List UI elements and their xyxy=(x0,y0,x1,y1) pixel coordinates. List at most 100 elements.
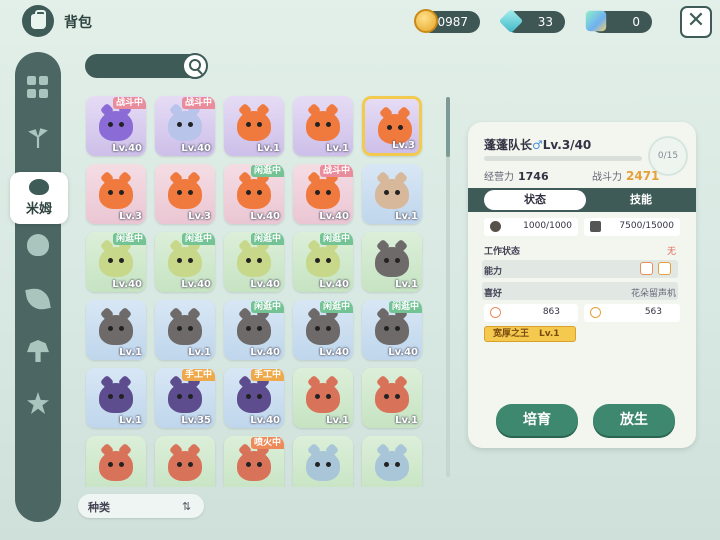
craft-ability-icon[interactable] xyxy=(658,262,671,275)
pet-card[interactable]: 闲逛中 Lv.40 xyxy=(224,300,284,360)
pet-status-tag: 闲逛中 xyxy=(319,301,353,313)
trait-badge[interactable]: 宽厚之王 Lv.1 xyxy=(484,326,576,342)
pet-portrait xyxy=(375,374,409,413)
pet-card[interactable] xyxy=(86,436,146,487)
stamina-icon xyxy=(490,221,501,232)
sidebar-item-mim-active[interactable]: 米姆 xyxy=(10,172,68,224)
pet-level-label: Lv.3 xyxy=(119,211,142,222)
pet-card[interactable]: Lv.1 xyxy=(362,368,422,428)
pet-card[interactable]: Lv.1 xyxy=(293,368,353,428)
tools-icon xyxy=(590,221,601,232)
trait-name: 宽厚之王 xyxy=(493,329,530,339)
train-button[interactable]: 培育 xyxy=(496,404,578,436)
grid-scrollbar-thumb[interactable] xyxy=(446,97,450,157)
pet-portrait xyxy=(237,238,271,277)
pet-card[interactable]: 闲逛中 Lv.40 xyxy=(293,300,353,360)
pet-level-label: Lv.40 xyxy=(250,415,280,426)
pet-card[interactable] xyxy=(293,436,353,487)
level-progress-bar xyxy=(484,156,642,161)
pet-portrait xyxy=(306,102,340,141)
grid-icon xyxy=(27,76,49,98)
pet-card[interactable]: 战斗中 Lv.40 xyxy=(293,164,353,224)
pet-portrait xyxy=(168,238,202,277)
pet-card[interactable]: 战斗中 Lv.40 xyxy=(155,96,215,156)
pet-portrait xyxy=(306,238,340,277)
pet-card[interactable]: Lv.1 xyxy=(86,300,146,360)
pet-card[interactable] xyxy=(155,436,215,487)
pet-level-label: Lv.40 xyxy=(250,211,280,222)
pet-card[interactable]: 手工中 Lv.35 xyxy=(155,368,215,428)
pet-card[interactable]: Lv.3 xyxy=(155,164,215,224)
fire-attr-icon xyxy=(490,307,501,318)
work-status-value: 无 xyxy=(666,247,676,257)
sidebar-active-label: 米姆 xyxy=(25,202,52,217)
pet-level-label: Lv.40 xyxy=(319,211,349,222)
sidebar-item-creatures[interactable] xyxy=(15,230,61,260)
pet-level-label: Lv.1 xyxy=(326,143,349,154)
pet-card[interactable] xyxy=(362,436,422,487)
search-button[interactable] xyxy=(182,53,208,79)
pet-card[interactable]: Lv.1 xyxy=(224,96,284,156)
sort-order-icon[interactable]: ⇅ xyxy=(182,500,191,513)
pet-card[interactable]: Lv.3 xyxy=(86,164,146,224)
tab-skills[interactable]: 技能 xyxy=(596,190,686,210)
pet-card[interactable]: 闲逛中 Lv.40 xyxy=(293,232,353,292)
pet-card[interactable]: 闲逛中 Lv.40 xyxy=(155,232,215,292)
pet-portrait xyxy=(237,442,271,481)
pet-level-label: Lv.1 xyxy=(188,347,211,358)
work-status-label: 工作状态 xyxy=(484,247,521,257)
fire-ability-icon[interactable] xyxy=(640,262,653,275)
coin-counter[interactable]: 40987 xyxy=(414,9,480,33)
pet-status-tag: 战斗中 xyxy=(181,97,215,109)
pet-portrait xyxy=(99,102,133,141)
pet-card[interactable]: 闲逛中 Lv.40 xyxy=(86,232,146,292)
experience-value: 1746 xyxy=(518,170,549,183)
close-button[interactable]: ✕ xyxy=(680,6,712,38)
sort-dropdown[interactable]: 种类 ⇅ xyxy=(78,494,204,518)
gem-counter[interactable]: 33 xyxy=(498,8,565,34)
crystal-counter[interactable]: 0 xyxy=(585,10,652,33)
sort-label: 种类 xyxy=(88,501,110,514)
pet-portrait xyxy=(306,306,340,345)
pet-card[interactable]: 闲逛中 Lv.40 xyxy=(224,164,284,224)
hobby-label: 喜好 xyxy=(484,289,503,299)
tab-status[interactable]: 状态 xyxy=(484,190,586,210)
pet-portrait xyxy=(168,102,202,141)
backpack-icon xyxy=(22,5,54,37)
leaf-icon xyxy=(25,286,51,312)
pet-card[interactable]: 闲逛中 Lv.40 xyxy=(224,232,284,292)
power-stat: 战斗力 2471 xyxy=(592,168,659,183)
fire-attr-value: 863 xyxy=(542,307,560,317)
pet-card[interactable]: Lv.1 xyxy=(86,368,146,428)
pet-card[interactable]: 手工中 Lv.40 xyxy=(224,368,284,428)
pet-status-tag: 闲逛中 xyxy=(250,233,284,245)
sidebar-item-star[interactable] xyxy=(15,388,61,418)
sidebar-item-mushroom[interactable] xyxy=(15,336,61,366)
pet-portrait xyxy=(168,374,202,413)
pet-card[interactable]: Lv.1 xyxy=(293,96,353,156)
release-button[interactable]: 放生 xyxy=(593,404,675,436)
ability-label: 能力 xyxy=(484,267,503,277)
pet-detail-panel: 蓬蓬队长♂Lv.3/40 0/15 经营力 1746 战斗力 2471 状态 技能 … xyxy=(468,122,696,448)
pet-name-line: 蓬蓬队长♂Lv.3/40 xyxy=(484,136,591,153)
sidebar-item-all[interactable] xyxy=(15,72,61,102)
trait-level: Lv.1 xyxy=(539,329,560,339)
pet-card[interactable]: Lv.1 xyxy=(155,300,215,360)
pet-card[interactable]: Lv.3 xyxy=(362,96,422,156)
page-title: 背包 xyxy=(64,15,92,31)
pet-portrait xyxy=(237,170,271,209)
pet-card[interactable]: Lv.1 xyxy=(362,232,422,292)
pet-level-label: Lv.40 xyxy=(319,279,349,290)
pet-portrait xyxy=(99,306,133,345)
pet-portrait xyxy=(99,442,133,481)
pet-card[interactable]: Lv.1 xyxy=(362,164,422,224)
sidebar-item-plants[interactable] xyxy=(15,122,61,152)
pet-card[interactable]: 战斗中 Lv.40 xyxy=(86,96,146,156)
sidebar-item-leaf[interactable] xyxy=(15,284,61,314)
pet-level-label: Lv.40 xyxy=(112,279,142,290)
pet-card[interactable]: 喷火中 xyxy=(224,436,284,487)
pet-status-tag: 闲逛中 xyxy=(319,233,353,245)
pet-portrait xyxy=(306,170,340,209)
pet-card[interactable]: 闲逛中 Lv.40 xyxy=(362,300,422,360)
pet-status-tag: 闲逛中 xyxy=(181,233,215,245)
